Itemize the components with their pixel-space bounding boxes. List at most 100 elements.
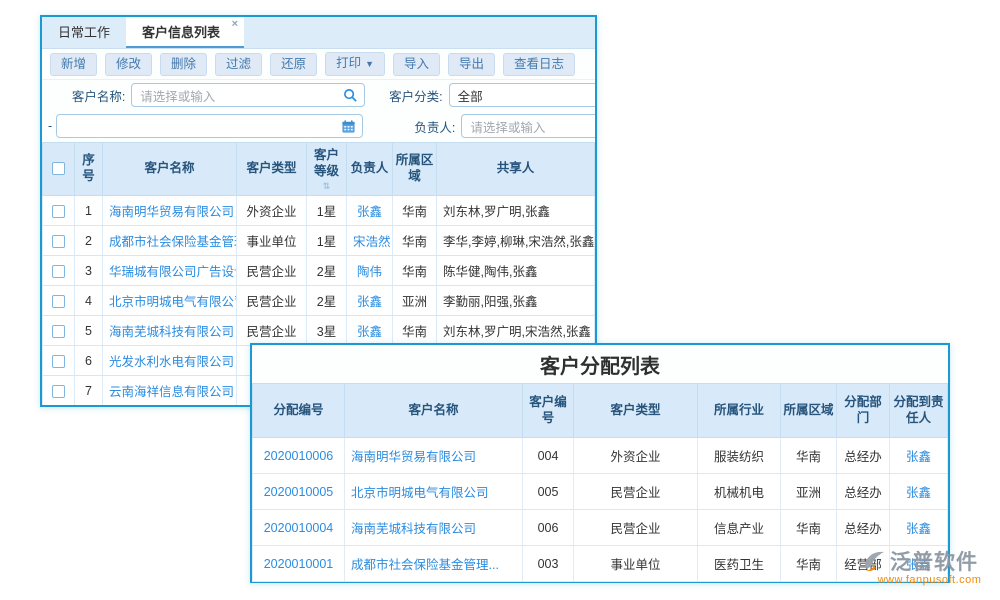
import-button[interactable]: 导入: [393, 53, 440, 76]
screen: 日常工作 客户信息列表 × 新增 修改 删除 过滤 还原 打印 ▼ 导入 导出 查…: [0, 0, 1000, 600]
customer-name-link[interactable]: 云南海祥信息有限公司: [109, 385, 234, 399]
customer-name-link[interactable]: 北京市明城电气有限公司: [109, 295, 237, 309]
dialog-title: 客户分配列表: [252, 345, 948, 383]
select-all-checkbox[interactable]: [52, 162, 65, 175]
add-button[interactable]: 新增: [50, 53, 97, 76]
customer-name-link[interactable]: 海南明华贸易有限公司: [351, 450, 476, 464]
row-no: 6: [75, 346, 103, 376]
delete-button[interactable]: 删除: [160, 53, 207, 76]
customer-allocation-dialog: 客户分配列表 分配编号 客户名称 客户编号 客户类型 所属行业 所属区域 分配部…: [250, 343, 950, 583]
col-customer-type: 客户类型: [237, 143, 307, 196]
industry: 服装纺织: [698, 438, 781, 474]
assignee-link[interactable]: 张鑫: [906, 522, 931, 536]
owner-link[interactable]: 宋浩然: [353, 235, 391, 249]
customer-row: 1 海南明华贸易有限公司 外资企业 1星 张鑫 华南 刘东林,罗广明,张鑫: [43, 196, 595, 226]
col-owner: 负责人: [347, 143, 393, 196]
row-checkbox[interactable]: [52, 205, 65, 218]
customer-no: 005: [523, 474, 574, 510]
alloc-no-link[interactable]: 2020010004: [264, 521, 334, 535]
col-dept: 分配部门: [837, 384, 890, 438]
edit-button[interactable]: 修改: [105, 53, 152, 76]
tab-bar: 日常工作 客户信息列表 ×: [42, 17, 595, 49]
col-region: 所属区域: [781, 384, 837, 438]
customer-category-label: 客户分类:: [373, 86, 443, 105]
tab-label: 客户信息列表: [142, 25, 220, 40]
owner-link[interactable]: 陶伟: [357, 265, 382, 279]
customer-type: 民营企业: [237, 316, 307, 346]
row-checkbox[interactable]: [52, 385, 65, 398]
row-no: 5: [75, 316, 103, 346]
col-industry: 所属行业: [698, 384, 781, 438]
assignee-link[interactable]: 张鑫: [906, 450, 931, 464]
region: 华南: [393, 226, 437, 256]
customer-type: 外资企业: [574, 438, 698, 474]
customer-no: 003: [523, 546, 574, 582]
row-checkbox[interactable]: [52, 235, 65, 248]
customer-name-link[interactable]: 光发水利水电有限公司: [109, 355, 234, 369]
tab-customer-info-list[interactable]: 客户信息列表 ×: [126, 17, 244, 48]
caret-down-icon: ▼: [365, 59, 374, 69]
owner-input[interactable]: 请选择或输入: [461, 114, 595, 138]
customer-name-link[interactable]: 海南明华贸易有限公司: [109, 205, 234, 219]
sort-icon[interactable]: ⇅: [309, 182, 344, 190]
region: 华南: [393, 256, 437, 286]
filter-row-2: - 负责人: 请选择或输入: [42, 110, 595, 142]
print-label: 打印: [336, 56, 361, 70]
col-customer-name: 客户名称: [103, 143, 237, 196]
alloc-no-link[interactable]: 2020010006: [264, 449, 334, 463]
row-no: 2: [75, 226, 103, 256]
owner-placeholder: 请选择或输入: [470, 117, 545, 136]
shared-people: 李勤丽,阳强,张鑫: [437, 286, 595, 316]
restore-button[interactable]: 还原: [270, 53, 317, 76]
shared-people: 刘东林,罗广明,张鑫: [437, 196, 595, 226]
row-no: 4: [75, 286, 103, 316]
print-button[interactable]: 打印 ▼: [325, 52, 385, 76]
customer-type: 外资企业: [237, 196, 307, 226]
customer-name-input[interactable]: 请选择或输入: [131, 83, 365, 107]
owner-link[interactable]: 张鑫: [357, 295, 382, 309]
customer-level: 3星: [307, 316, 347, 346]
row-checkbox[interactable]: [52, 355, 65, 368]
row-no: 7: [75, 376, 103, 406]
customer-name-link[interactable]: 北京市明城电气有限公司: [351, 486, 489, 500]
col-shared: 共享人: [437, 143, 595, 196]
filter-area: 客户名称: 请选择或输入 客户分类: 全部 - 负责人: 请选择或输入: [42, 80, 595, 142]
allocation-row: 2020010001 成都市社会保险基金管理... 003 事业单位 医药卫生 …: [253, 546, 948, 582]
fanpu-logo-icon: [862, 548, 888, 574]
region: 华南: [781, 438, 837, 474]
tab-close-icon[interactable]: ×: [232, 19, 238, 30]
row-checkbox[interactable]: [52, 325, 65, 338]
calendar-icon[interactable]: [341, 119, 356, 134]
col-customer-name: 客户名称: [345, 384, 523, 438]
customer-name-link[interactable]: 海南芜城科技有限公司: [351, 522, 476, 536]
owner-label: 负责人:: [371, 117, 455, 136]
region: 华南: [781, 546, 837, 582]
customer-name-link[interactable]: 成都市社会保险基金管理...: [351, 558, 499, 572]
customer-name-link[interactable]: 成都市社会保险基金管理...: [109, 235, 237, 249]
customer-name-link[interactable]: 华瑞城有限公司广告设计部: [109, 265, 237, 279]
select-all-cell: [43, 143, 75, 196]
view-log-button[interactable]: 查看日志: [503, 53, 575, 76]
customer-type: 事业单位: [237, 226, 307, 256]
owner-link[interactable]: 张鑫: [357, 325, 382, 339]
row-checkbox[interactable]: [52, 295, 65, 308]
customer-category-select[interactable]: 全部: [449, 83, 595, 107]
date-input[interactable]: [56, 114, 364, 138]
owner-link[interactable]: 张鑫: [357, 205, 382, 219]
col-customer-level[interactable]: 客户等级⇅: [307, 143, 347, 196]
alloc-no-link[interactable]: 2020010005: [264, 485, 334, 499]
region: 亚洲: [393, 286, 437, 316]
tab-daily-work[interactable]: 日常工作: [42, 17, 126, 48]
customer-name-label: 客户名称:: [42, 86, 125, 105]
dept: 总经办: [837, 438, 890, 474]
filter-button[interactable]: 过滤: [215, 53, 262, 76]
search-icon[interactable]: [343, 88, 358, 103]
row-checkbox[interactable]: [52, 265, 65, 278]
alloc-no-link[interactable]: 2020010001: [264, 557, 334, 571]
assignee-link[interactable]: 张鑫: [906, 486, 931, 500]
customer-row: 3 华瑞城有限公司广告设计部 民营企业 2星 陶伟 华南 陈华健,陶伟,张鑫: [43, 256, 595, 286]
export-button[interactable]: 导出: [448, 53, 495, 76]
customer-name-link[interactable]: 海南芜城科技有限公司: [109, 325, 234, 339]
filter-row-1: 客户名称: 请选择或输入 客户分类: 全部: [42, 80, 595, 110]
industry: 信息产业: [698, 510, 781, 546]
